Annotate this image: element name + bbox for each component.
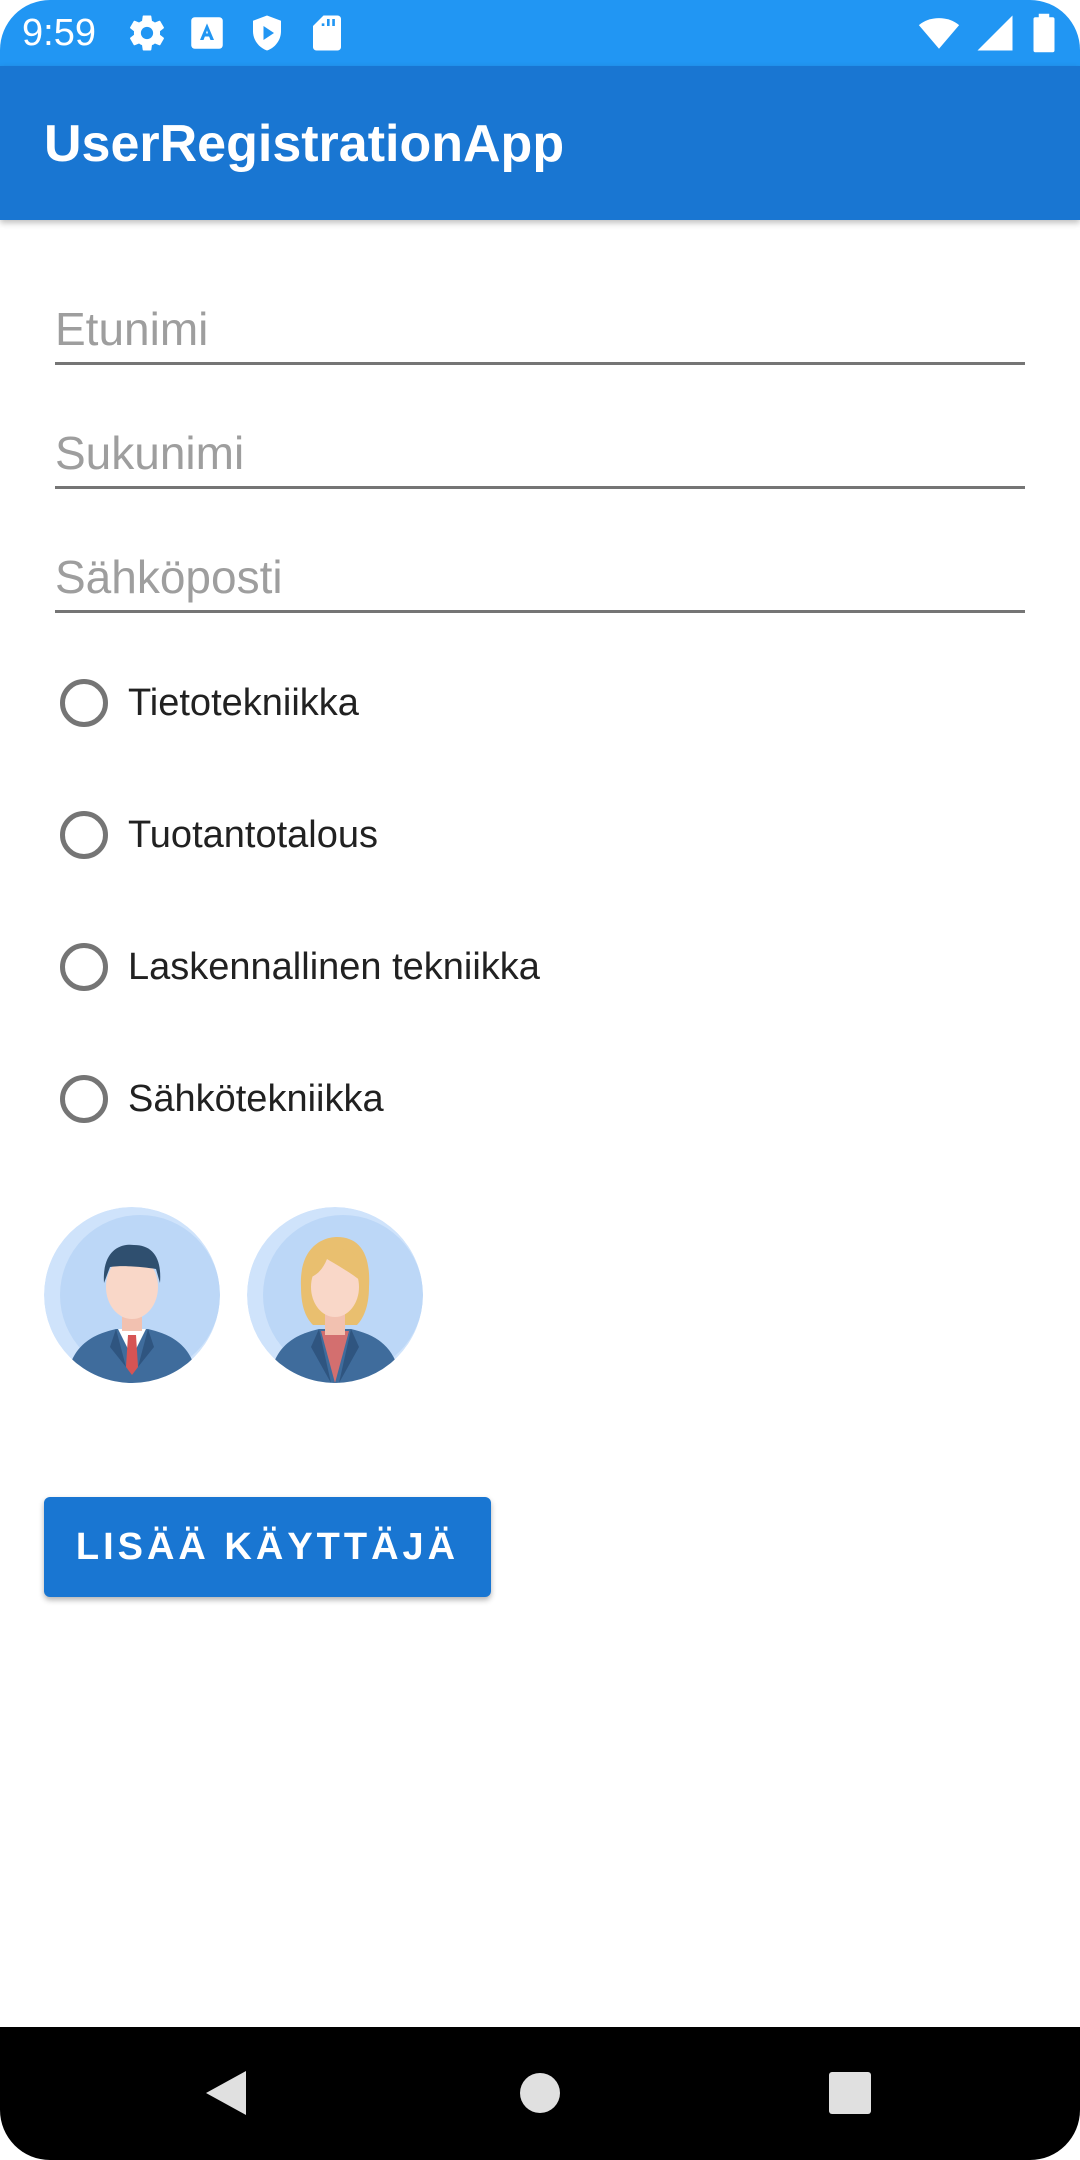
male-avatar-icon[interactable] — [44, 1207, 220, 1383]
battery-icon — [1030, 12, 1058, 54]
sd-card-icon — [306, 12, 348, 54]
app-bar: UserRegistrationApp — [0, 66, 1080, 220]
radio-label: Sähkötekniikka — [128, 1077, 384, 1120]
last-name-field[interactable] — [55, 420, 1025, 489]
a-square-icon — [186, 12, 228, 54]
radio-label: Tuotantotalous — [128, 813, 378, 856]
cellular-signal-icon — [974, 12, 1016, 54]
back-triangle-icon[interactable] — [186, 2053, 266, 2133]
home-circle-icon[interactable] — [500, 2053, 580, 2133]
last-name-field-container — [55, 420, 1025, 490]
radio-label: Laskennallinen tekniikka — [128, 945, 540, 988]
radio-option-laskennallinen-tekniikka[interactable]: Laskennallinen tekniikka — [60, 937, 540, 997]
first-name-field[interactable] — [55, 296, 1025, 365]
first-name-field-container — [55, 296, 1025, 366]
status-icons-left — [126, 12, 348, 54]
radio-option-tietotekniikka[interactable]: Tietotekniikka — [60, 673, 359, 733]
email-field-container — [55, 544, 1025, 614]
add-user-button[interactable]: LISÄÄ KÄYTTÄJÄ — [44, 1497, 491, 1597]
radio-circle[interactable] — [60, 679, 108, 727]
status-bar: 9:59 — [0, 0, 1080, 66]
recents-square-icon[interactable] — [810, 2053, 890, 2133]
navigation-bar — [0, 2027, 1080, 2160]
radio-circle[interactable] — [60, 811, 108, 859]
radio-option-sahkotekniikka[interactable]: Sähkötekniikka — [60, 1069, 384, 1129]
app-title: UserRegistrationApp — [44, 115, 565, 173]
play-shield-icon — [246, 12, 288, 54]
radio-circle[interactable] — [60, 1075, 108, 1123]
wifi-icon — [918, 12, 960, 54]
status-icons-right — [918, 12, 1058, 54]
female-avatar-icon[interactable] — [247, 1207, 423, 1383]
radio-option-tuotantotalous[interactable]: Tuotantotalous — [60, 805, 378, 865]
radio-label: Tietotekniikka — [128, 681, 359, 724]
settings-gear-icon — [126, 12, 168, 54]
radio-circle[interactable] — [60, 943, 108, 991]
status-time: 9:59 — [22, 12, 96, 54]
screen: 9:59 UserRegistrationApp Etunimi Sukunim… — [0, 0, 1080, 2160]
email-field[interactable] — [55, 544, 1025, 613]
